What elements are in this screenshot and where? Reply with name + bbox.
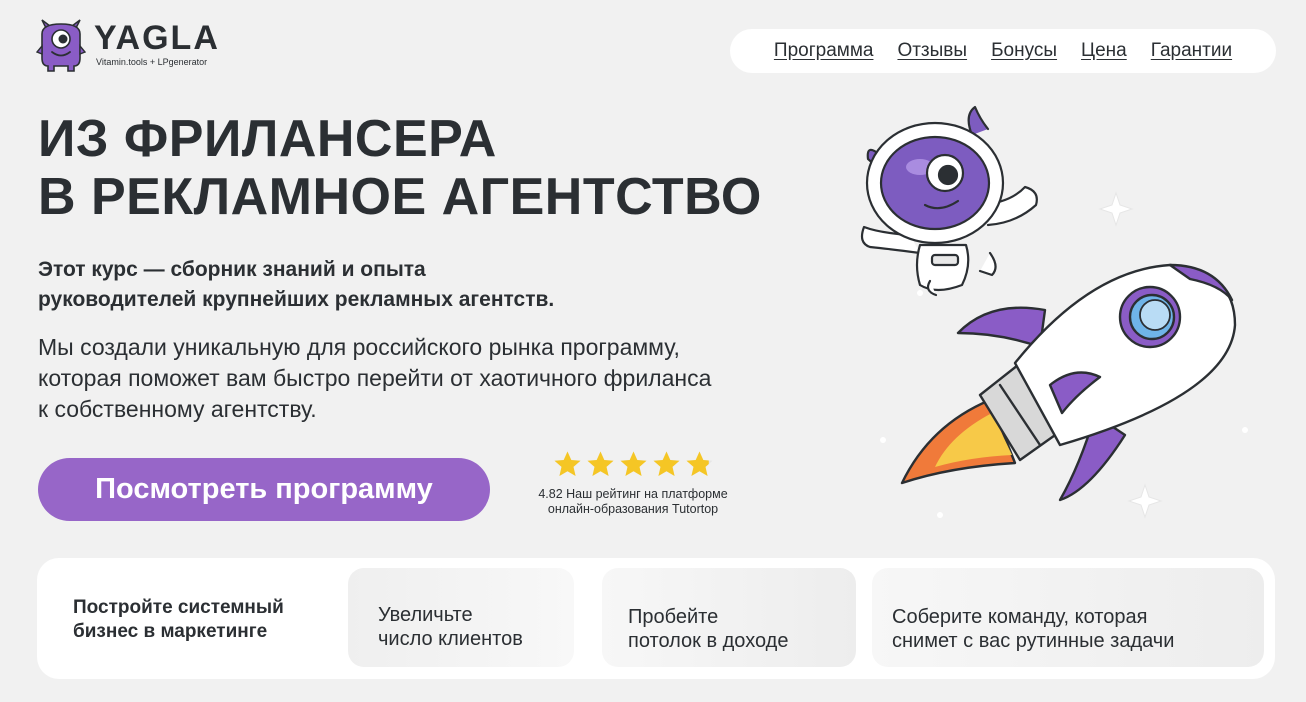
benefit-card-line: Пробейте bbox=[628, 606, 719, 628]
benefit-card-team: Соберите команду, которая снимет с вас р… bbox=[872, 568, 1264, 667]
star-icon bbox=[554, 451, 580, 476]
rocket bbox=[900, 263, 1237, 502]
astronaut-rocket-illustration bbox=[860, 105, 1248, 519]
star-icon bbox=[620, 451, 646, 476]
hero-subtitle-line: руководителей крупнейших рекламных агент… bbox=[38, 288, 555, 311]
hero-description-line: Мы создали уникальную для российского ры… bbox=[38, 334, 680, 360]
view-program-button[interactable]: Посмотреть программу bbox=[38, 458, 490, 521]
hero-description: Мы создали уникальную для российского ры… bbox=[38, 332, 838, 425]
benefit-card-line: потолок в доходе bbox=[628, 630, 789, 652]
rating-caption-line: 4.82 Наш рейтинг на платформе bbox=[538, 487, 728, 501]
rating-block: 4.82 Наш рейтинг на платформе онлайн-обр… bbox=[520, 450, 746, 517]
nav-link-program[interactable]: Программа bbox=[774, 40, 874, 62]
nav-link-bonuses[interactable]: Бонусы bbox=[991, 40, 1057, 62]
rating-stars bbox=[520, 450, 746, 478]
benefit-card-line: Увеличьте bbox=[378, 604, 473, 626]
benefits-lead: Постройте системный бизнес в маркетинге bbox=[73, 596, 343, 644]
star-icon bbox=[653, 451, 679, 476]
benefits-lead-line: Постройте системный bbox=[73, 597, 284, 618]
benefit-card-line: число клиентов bbox=[378, 628, 523, 650]
hero-title-line: В РЕКЛАМНОЕ АГЕНТСТВО bbox=[38, 168, 762, 226]
benefit-card-clients: Увеличьте число клиентов bbox=[348, 568, 574, 667]
hero-subtitle-line: Этот курс — сборник знаний и опыта bbox=[38, 258, 426, 281]
top-navigation: Программа Отзывы Бонусы Цена Гарантии bbox=[730, 29, 1276, 73]
benefit-card-line: снимет с вас рутинные задачи bbox=[892, 630, 1175, 652]
nav-link-price[interactable]: Цена bbox=[1081, 40, 1127, 62]
hero-subtitle: Этот курс — сборник знаний и опыта руков… bbox=[38, 255, 758, 315]
hero-title-line: ИЗ ФРИЛАНСЕРА bbox=[38, 110, 497, 168]
hero-description-line: к собственному агентству. bbox=[38, 396, 317, 422]
rating-caption: 4.82 Наш рейтинг на платформе онлайн-обр… bbox=[520, 487, 746, 517]
yagla-mascot-icon bbox=[36, 19, 86, 72]
brand-name: YAGLA bbox=[94, 19, 220, 57]
hero-title: ИЗ ФРИЛАНСЕРА В РЕКЛАМНОЕ АГЕНТСТВО bbox=[38, 110, 762, 226]
rating-caption-line: онлайн-образования Tutortop bbox=[547, 502, 719, 516]
brand-subtitle: Vitamin.tools + LPgenerator bbox=[96, 57, 208, 67]
brand-logo[interactable]: YAGLA Vitamin.tools + LPgenerator bbox=[36, 18, 220, 72]
benefit-card-line: Соберите команду, которая bbox=[892, 606, 1148, 628]
benefits-panel: Постройте системный бизнес в маркетинге … bbox=[37, 558, 1275, 679]
benefits-lead-line: бизнес в маркетинге bbox=[73, 621, 268, 642]
nav-link-guarantees[interactable]: Гарантии bbox=[1151, 40, 1232, 62]
astronaut bbox=[860, 105, 1038, 297]
nav-link-reviews[interactable]: Отзывы bbox=[897, 40, 967, 62]
hero-description-line: которая поможет вам быстро перейти от ха… bbox=[38, 365, 712, 391]
benefit-card-income: Пробейте потолок в доходе bbox=[602, 568, 856, 667]
star-icon bbox=[587, 451, 613, 476]
star-icon bbox=[686, 451, 712, 476]
